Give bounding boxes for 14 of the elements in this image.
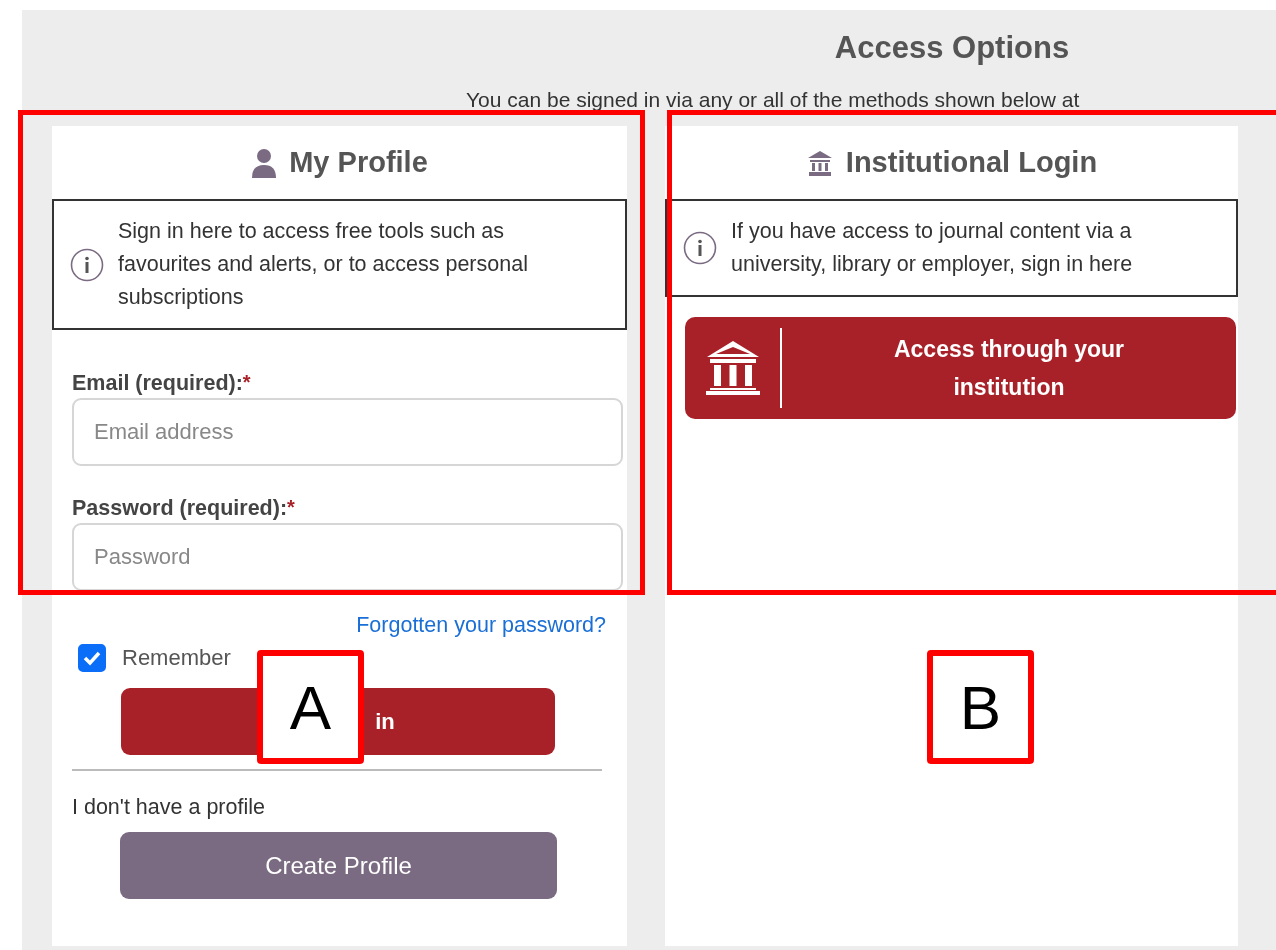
panel-title: My Profile — [289, 146, 428, 179]
page-title: Access Options — [834, 30, 1070, 66]
annotation-overlay: B — [927, 650, 1034, 764]
field-label: Password (required): — [72, 496, 288, 521]
required-mark: * — [287, 496, 295, 518]
annotation-overlay: A — [257, 650, 364, 764]
info-text: If you have access to journal content via a university, library or employer, sign in here — [731, 218, 1134, 278]
field-label: Email (required): — [72, 371, 243, 396]
no-profile-text: I don't have a profile — [72, 795, 265, 820]
info-text: Sign in here to access free tools such as favourites and alerts, or to access personal subscriptions — [118, 218, 529, 311]
panel-title: Institutional Login — [845, 146, 1098, 179]
required-mark: * — [242, 371, 251, 393]
page-subtitle: You can be signed in via any or all of the methods shown below at — [466, 88, 1080, 112]
checkbox-label: Remember — [122, 645, 231, 671]
